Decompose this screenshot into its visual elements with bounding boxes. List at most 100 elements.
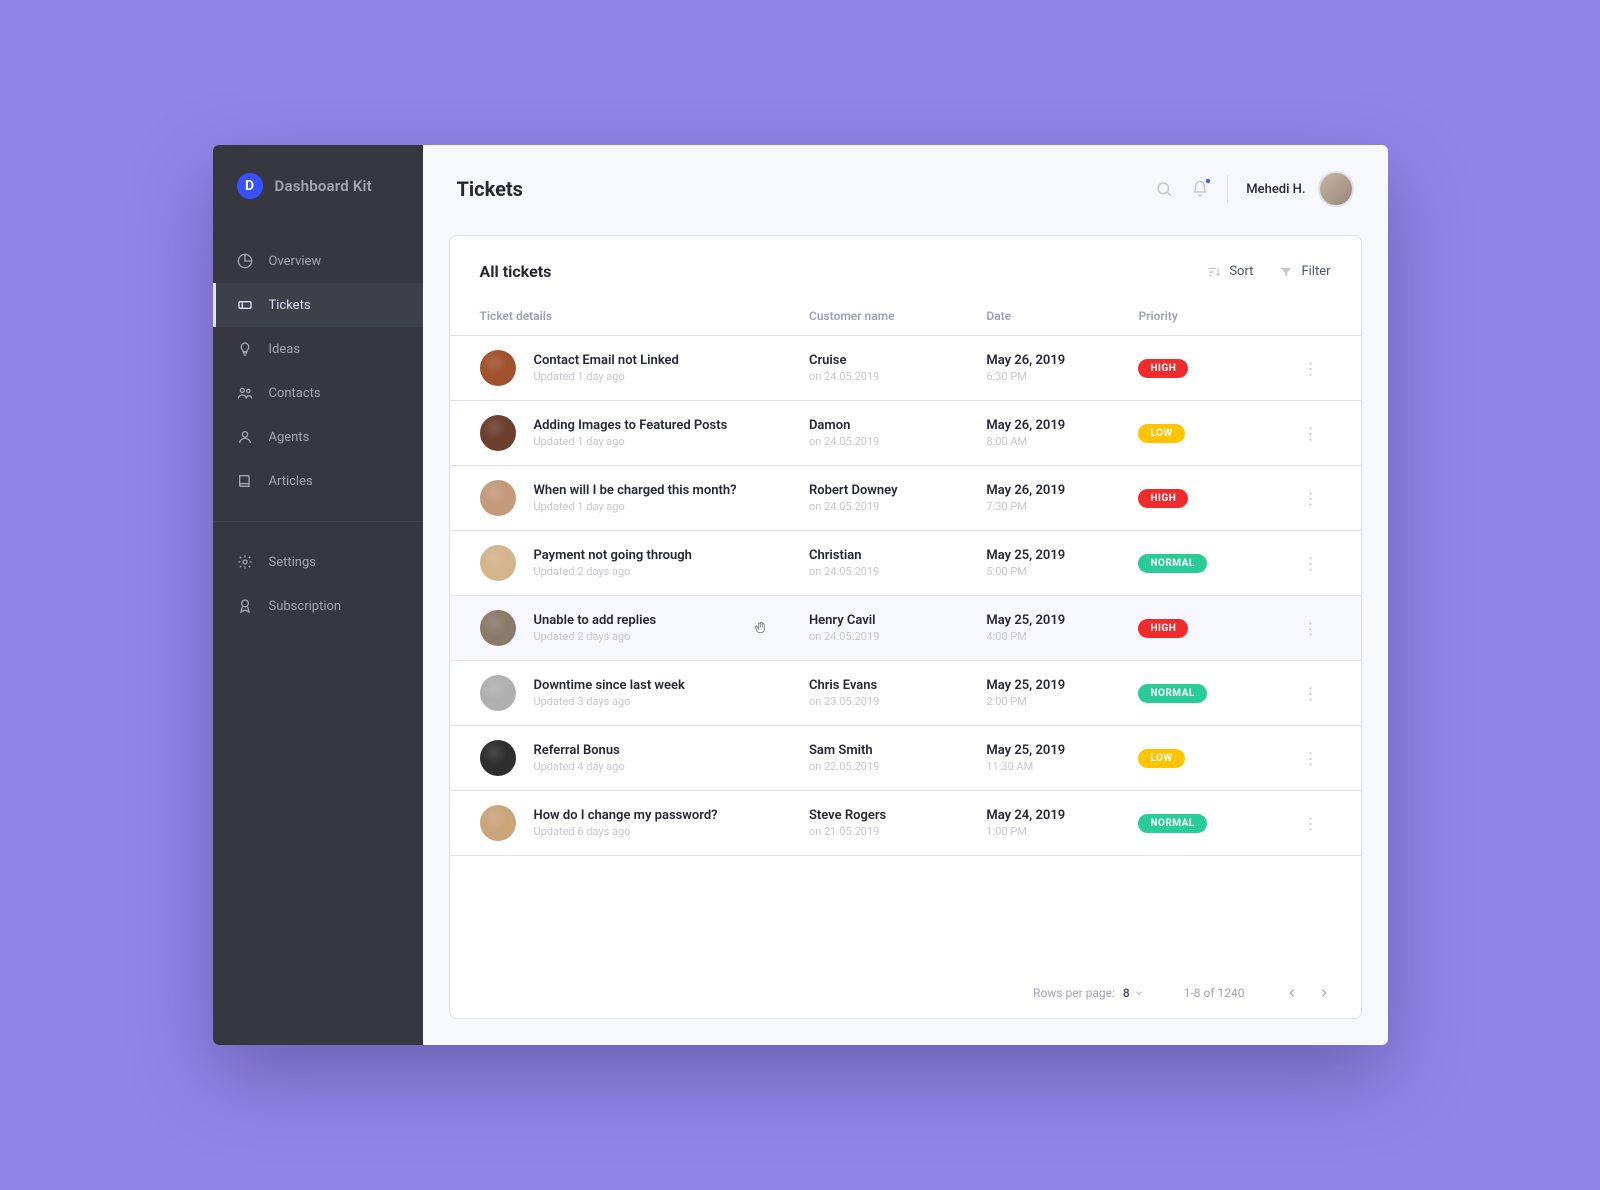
ticket-icon <box>237 297 253 313</box>
sidebar-item-subscription[interactable]: Subscription <box>213 584 423 628</box>
ticket-updated: Updated 2 days ago <box>534 565 692 578</box>
ticket-updated: Updated 1 day ago <box>534 435 728 448</box>
current-user[interactable]: Mehedi H. <box>1246 171 1353 207</box>
filter-label: Filter <box>1301 264 1330 279</box>
customer-sub: on 21.05.2019 <box>809 825 986 838</box>
sort-button[interactable]: Sort <box>1207 264 1253 279</box>
book-icon <box>237 473 253 489</box>
row-more-button[interactable]: ⋮ <box>1291 489 1331 508</box>
row-more-button[interactable]: ⋮ <box>1291 619 1331 638</box>
customer-sub: on 24.05.2019 <box>809 630 986 643</box>
ticket-date: May 25, 2019 <box>986 548 1138 563</box>
customer-name: Christian <box>809 548 986 563</box>
brand-name: Dashboard Kit <box>275 177 372 195</box>
brand: D Dashboard Kit <box>213 173 423 239</box>
ticket-time: 2:00 PM <box>986 695 1138 708</box>
ticket-title: Downtime since last week <box>534 678 685 693</box>
sidebar-item-articles[interactable]: Articles <box>213 459 423 503</box>
row-more-button[interactable]: ⋮ <box>1291 684 1331 703</box>
customer-name: Cruise <box>809 353 986 368</box>
sidebar-divider <box>213 521 423 522</box>
cursor-hand-icon <box>753 620 769 636</box>
priority-badge: HIGH <box>1138 359 1188 378</box>
priority-badge: NORMAL <box>1138 814 1206 833</box>
page-next-button[interactable] <box>1317 986 1331 1000</box>
bell-icon[interactable] <box>1191 180 1209 198</box>
badge-icon <box>237 598 253 614</box>
row-more-button[interactable]: ⋮ <box>1291 554 1331 573</box>
avatar-icon <box>480 740 516 776</box>
priority-badge: LOW <box>1138 424 1184 443</box>
sidebar-nav-primary: Overview Tickets Ideas ContactsAgents Articl… <box>213 239 423 503</box>
sidebar-item-label: Ideas <box>269 342 301 357</box>
rows-per-page-label: Rows per page: <box>1033 986 1115 1000</box>
search-icon[interactable] <box>1155 180 1173 198</box>
sidebar-item-agents[interactable]: Agents <box>213 415 423 459</box>
ticket-updated: Updated 3 days ago <box>534 695 685 708</box>
sidebar-item-label: Subscription <box>269 599 342 614</box>
sidebar-item-ideas[interactable]: Ideas <box>213 327 423 371</box>
rows-per-page: Rows per page: 8 <box>1033 986 1144 1000</box>
ticket-date: May 25, 2019 <box>986 743 1138 758</box>
table-row[interactable]: How do I change my password? Updated 6 d… <box>450 791 1361 856</box>
ticket-time: 5:00 PM <box>986 565 1138 578</box>
row-more-button[interactable]: ⋮ <box>1291 359 1331 378</box>
row-more-button[interactable]: ⋮ <box>1291 749 1331 768</box>
sidebar-nav-secondary: Settings Subscription <box>213 540 423 628</box>
customer-sub: on 24.05.2019 <box>809 500 986 513</box>
filter-button[interactable]: Filter <box>1279 264 1330 279</box>
table-row[interactable]: Payment not going through Updated 2 days… <box>450 531 1361 596</box>
rows-per-page-value: 8 <box>1123 986 1130 1000</box>
notification-dot-icon <box>1205 178 1211 184</box>
customer-name: Chris Evans <box>809 678 986 693</box>
table-row[interactable]: Downtime since last week Updated 3 days … <box>450 661 1361 726</box>
sidebar-item-settings[interactable]: Settings <box>213 540 423 584</box>
topbar: Tickets Mehedi H. <box>423 145 1388 225</box>
tickets-card: All tickets Sort Filter Ticket details C… <box>449 235 1362 1019</box>
ticket-date: May 25, 2019 <box>986 613 1138 628</box>
app-window: D Dashboard Kit Overview Tickets Ideas Cont… <box>213 145 1388 1045</box>
priority-badge: NORMAL <box>1138 554 1206 573</box>
sidebar-item-contacts[interactable]: Contacts <box>213 371 423 415</box>
avatar-icon <box>480 415 516 451</box>
table-row[interactable]: Referral Bonus Updated 4 day ago Sam Smi… <box>450 726 1361 791</box>
ticket-title: Unable to add replies <box>534 613 657 628</box>
ticket-time: 4:00 PM <box>986 630 1138 643</box>
sidebar-item-label: Tickets <box>269 298 311 313</box>
topbar-right: Mehedi H. <box>1155 171 1353 207</box>
ticket-updated: Updated 2 days ago <box>534 630 657 643</box>
ticket-date: May 26, 2019 <box>986 483 1138 498</box>
table-header: Ticket details Customer name Date Priori… <box>450 289 1361 336</box>
row-more-button[interactable]: ⋮ <box>1291 814 1331 833</box>
chevron-down-icon <box>1134 988 1144 998</box>
priority-badge: NORMAL <box>1138 684 1206 703</box>
table-row[interactable]: Unable to add replies Updated 2 days ago… <box>450 596 1361 661</box>
ticket-time: 7:30 PM <box>986 500 1138 513</box>
ticket-time: 11:30 AM <box>986 760 1138 773</box>
col-date: Date <box>986 309 1138 323</box>
customer-sub: on 24.05.2019 <box>809 565 986 578</box>
main: Tickets Mehedi H. All tickets <box>423 145 1388 1045</box>
ticket-title: How do I change my password? <box>534 808 718 823</box>
rows-per-page-select[interactable]: 8 <box>1123 986 1144 1000</box>
ticket-updated: Updated 6 days ago <box>534 825 718 838</box>
customer-sub: on 24.05.2019 <box>809 370 986 383</box>
sidebar-item-label: Overview <box>269 254 322 269</box>
table-row[interactable]: When will I be charged this month? Updat… <box>450 466 1361 531</box>
person-icon <box>237 429 253 445</box>
row-more-button[interactable]: ⋮ <box>1291 424 1331 443</box>
avatar-icon <box>480 610 516 646</box>
sidebar-item-tickets[interactable]: Tickets <box>213 283 423 327</box>
sidebar-item-label: Articles <box>269 474 313 489</box>
table-row[interactable]: Contact Email not Linked Updated 1 day a… <box>450 336 1361 401</box>
ticket-title: Contact Email not Linked <box>534 353 679 368</box>
user-name: Mehedi H. <box>1246 182 1305 197</box>
table-row[interactable]: Adding Images to Featured Posts Updated … <box>450 401 1361 466</box>
sidebar-item-overview[interactable]: Overview <box>213 239 423 283</box>
page-prev-button[interactable] <box>1285 986 1299 1000</box>
ticket-title: When will I be charged this month? <box>534 483 737 498</box>
col-customer: Customer name <box>809 309 986 323</box>
ticket-title: Referral Bonus <box>534 743 625 758</box>
col-priority: Priority <box>1138 309 1290 323</box>
pager-range: 1-8 of 1240 <box>1184 986 1245 1000</box>
